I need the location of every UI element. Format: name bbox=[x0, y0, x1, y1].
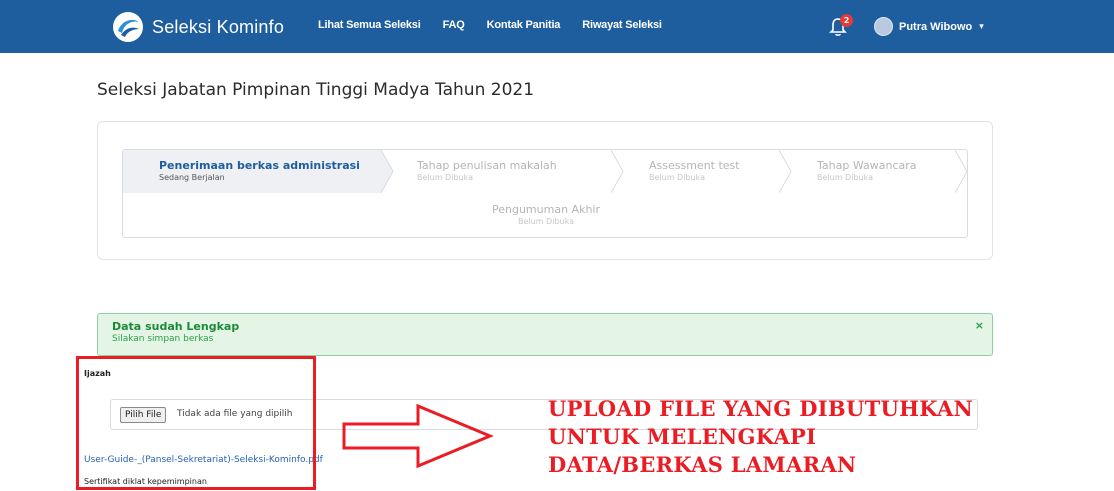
stage-item-makalah[interactable]: Tahap penulisan makalah Belum Dibuka bbox=[381, 150, 611, 193]
stage-stepper: Penerimaan berkas administrasi Sedang Be… bbox=[122, 149, 968, 238]
stage-title: Penerimaan berkas administrasi bbox=[159, 159, 360, 172]
chevron-down-icon: ▾ bbox=[979, 21, 984, 32]
stage-title: Assessment test bbox=[649, 159, 740, 172]
stage-item-berkas[interactable]: Penerimaan berkas administrasi Sedang Be… bbox=[123, 150, 381, 193]
chevron-right-icon bbox=[955, 150, 968, 193]
nav-link-semua-seleksi[interactable]: Lihat Semua Seleksi bbox=[318, 19, 421, 31]
stage-title: Tahap penulisan makalah bbox=[417, 159, 557, 172]
stage-status: Belum Dibuka bbox=[817, 173, 873, 182]
stage-item-assessment[interactable]: Assessment test Belum Dibuka bbox=[613, 150, 781, 193]
user-menu[interactable]: Putra Wibowo ▾ bbox=[874, 17, 984, 36]
page-title: Seleksi Jabatan Pimpinan Tinggi Madya Ta… bbox=[97, 80, 535, 100]
alert-title: Data sudah Lengkap bbox=[112, 320, 240, 333]
nav-links: Lihat Semua Seleksi FAQ Kontak Panitia R… bbox=[318, 19, 684, 31]
notification-badge: 2 bbox=[840, 14, 853, 27]
annotation-highlight-box bbox=[76, 356, 316, 490]
brand-name: Seleksi Kominfo bbox=[152, 16, 285, 37]
stage-item-pengumuman[interactable]: Pengumuman Akhir Belum Dibuka bbox=[123, 203, 969, 226]
alert-message: Silakan simpan berkas bbox=[112, 334, 214, 344]
success-alert: Data sudah Lengkap Silakan simpan berkas… bbox=[97, 313, 993, 356]
nav-link-faq[interactable]: FAQ bbox=[443, 19, 465, 31]
stage-status: Sedang Berjalan bbox=[159, 173, 225, 182]
annotation-text: UPLOAD FILE YANG DIBUTUHKAN UNTUK MELENG… bbox=[548, 395, 973, 479]
annotation-line: UNTUK MELENGKAPI bbox=[548, 424, 817, 449]
stage-title: Pengumuman Akhir bbox=[492, 203, 600, 216]
top-navbar: Seleksi Kominfo Lihat Semua Seleksi FAQ … bbox=[0, 0, 1114, 53]
brand[interactable]: Seleksi Kominfo bbox=[112, 11, 284, 43]
annotation-line: DATA/BERKAS LAMARAN bbox=[548, 452, 857, 477]
stage-title: Tahap Wawancara bbox=[817, 159, 917, 172]
user-name: Putra Wibowo bbox=[899, 20, 973, 33]
stage-status: Belum Dibuka bbox=[518, 217, 574, 226]
nav-link-kontak-panitia[interactable]: Kontak Panitia bbox=[487, 19, 561, 31]
nav-link-riwayat-seleksi[interactable]: Riwayat Seleksi bbox=[582, 19, 662, 31]
avatar bbox=[874, 17, 893, 36]
kominfo-logo-icon bbox=[113, 12, 143, 42]
arrow-right-icon bbox=[342, 403, 494, 469]
stage-item-wawancara[interactable]: Tahap Wawancara Belum Dibuka bbox=[781, 150, 951, 193]
close-icon[interactable]: × bbox=[975, 319, 984, 332]
stage-status: Belum Dibuka bbox=[649, 173, 705, 182]
annotation-line: UPLOAD FILE YANG DIBUTUHKAN bbox=[548, 396, 974, 421]
stage-status: Belum Dibuka bbox=[417, 173, 473, 182]
